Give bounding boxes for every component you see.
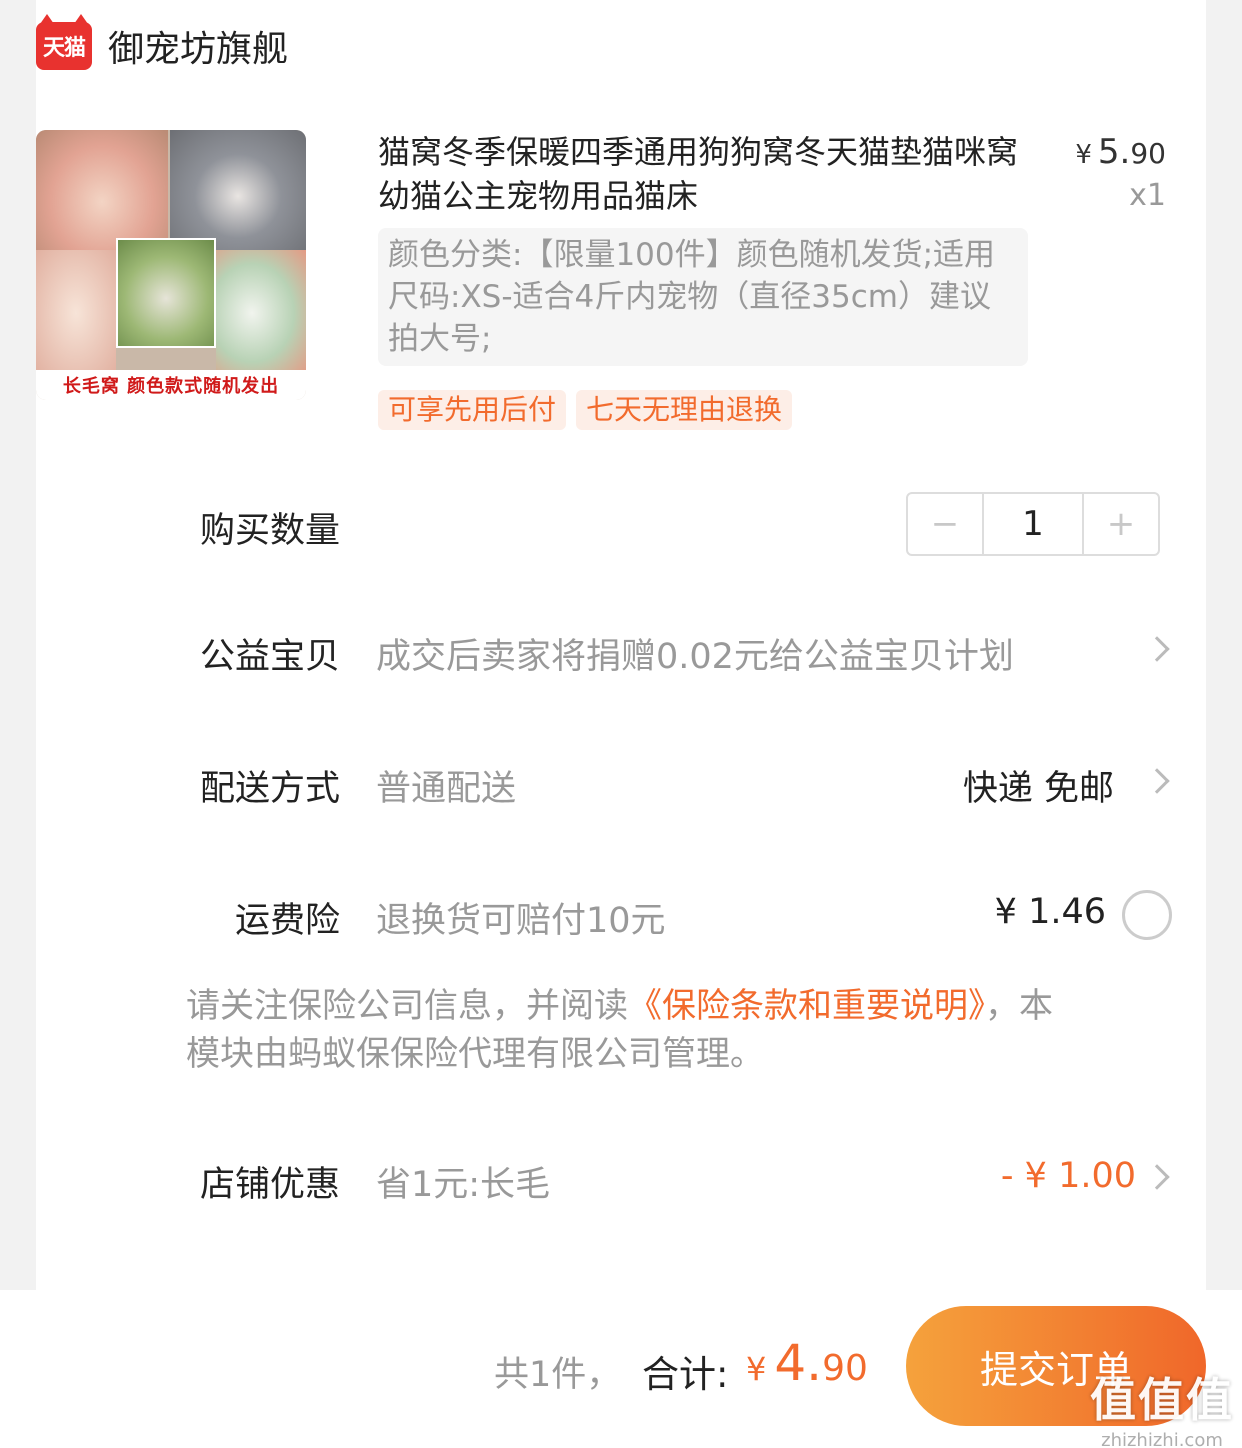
price-currency: ¥ [1075, 140, 1092, 170]
service-tags: 可享先用后付 七天无理由退换 [378, 390, 793, 430]
insurance-label: 运费险 [234, 901, 340, 941]
watermark: 值值值 zhizhizhi.com [1090, 1364, 1234, 1448]
shop-discount-amount[interactable]: - ¥ 1.00 [1001, 1156, 1136, 1196]
quantity-stepper: − 1 + [906, 492, 1160, 556]
product-photo-cat [36, 250, 116, 376]
delivery-value: 普通配送 [376, 769, 517, 809]
total-currency: ¥ [746, 1350, 767, 1388]
tag-pay-later: 可享先用后付 [378, 390, 567, 430]
product-photo-multi-bed [216, 250, 306, 376]
quantity-minus-button[interactable]: − [908, 494, 982, 554]
delivery-label: 配送方式 [199, 769, 340, 809]
product-price: ¥5.90 [1075, 132, 1166, 172]
insurance-price: ¥ 1.46 [994, 892, 1106, 932]
total-dec: 90 [822, 1348, 868, 1389]
tag-seven-day-return: 七天无理由退换 [576, 390, 793, 430]
product-quantity-tag: x1 [1129, 178, 1166, 213]
insurance-terms-link[interactable]: 《保险条款和重要说明》 [628, 986, 985, 1026]
notice-prefix: 请关注保险公司信息，并阅读 [186, 986, 628, 1026]
total-label: 合计: [642, 1353, 729, 1396]
product-sku: 颜色分类:【限量100件】颜色随机发货;适用尺码:XS-适合4斤内宠物（直径35… [378, 228, 1028, 366]
total-price: ¥4.90 [746, 1334, 868, 1392]
insurance-value: 退换货可赔付10元 [376, 901, 666, 941]
store-name[interactable]: 御宠坊旗舰 [108, 20, 288, 72]
charity-value[interactable]: 成交后卖家将捐赠0.02元给公益宝贝计划 [376, 628, 1014, 679]
item-count: 共1件， [494, 1355, 622, 1395]
quantity-value[interactable]: 1 [982, 494, 1084, 554]
shop-discount-value: 省1元:长毛 [376, 1165, 551, 1205]
product-photo-green-bed [116, 238, 216, 348]
charity-label: 公益宝贝 [199, 637, 340, 677]
product-image[interactable]: 长毛窝 颜色款式随机发出 [36, 130, 306, 400]
insurance-radio[interactable] [1122, 890, 1172, 940]
product-photo-grey-bed [170, 130, 306, 250]
insurance-notice: 请关注保险公司信息，并阅读《保险条款和重要说明》，本模块由蚂蚁保保险代理有限公司… [186, 982, 1076, 1078]
shop-discount-label: 店铺优惠 [199, 1165, 340, 1205]
total-int: 4. [774, 1334, 823, 1392]
price-int: 5. [1097, 132, 1131, 172]
product-title[interactable]: 猫窝冬季保暖四季通用狗狗窝冬天猫垫猫咪窝幼猫公主宠物用品猫床 [378, 130, 1018, 218]
tmall-logo-text: 天猫 [42, 36, 86, 61]
tmall-logo-icon: 天猫 [36, 14, 92, 70]
quantity-label: 购买数量 [199, 511, 340, 551]
price-dec: 90 [1130, 137, 1166, 170]
watermark-url: zhizhizhi.com [1101, 1430, 1223, 1448]
delivery-method[interactable]: 快递 免邮 [963, 760, 1114, 811]
watermark-logo: 值值值 [1090, 1373, 1234, 1427]
store-header[interactable]: 天猫 御宠坊旗舰 [36, 14, 288, 74]
product-image-caption: 长毛窝 颜色款式随机发出 [36, 370, 306, 400]
product-photo-pink-bed [36, 130, 168, 250]
quantity-plus-button[interactable]: + [1084, 494, 1158, 554]
